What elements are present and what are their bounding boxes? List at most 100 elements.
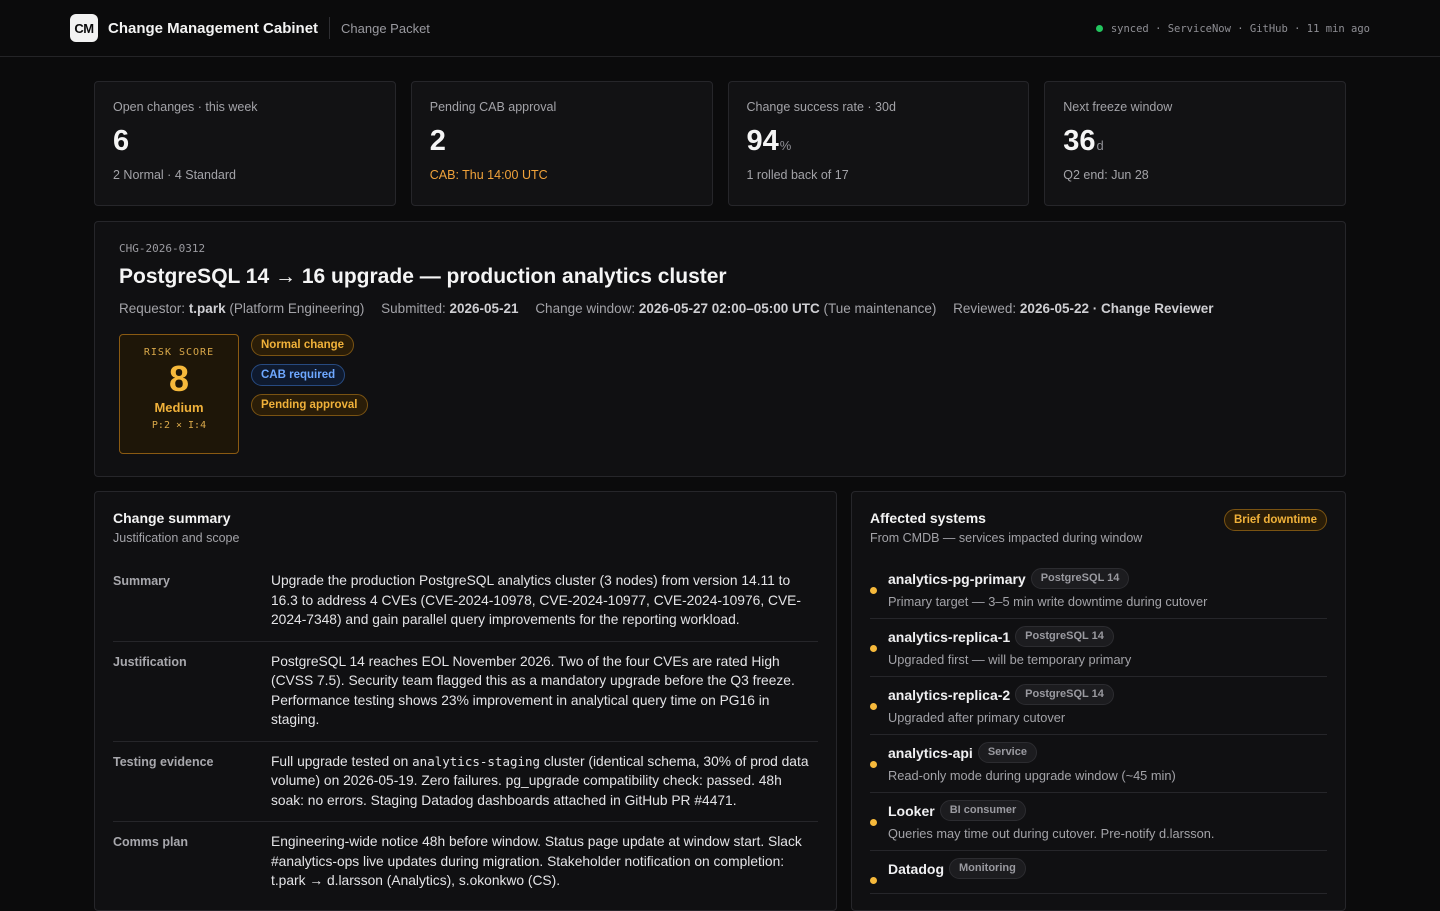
- impact-dot-icon: [870, 703, 877, 710]
- system-tag: PostgreSQL 14: [1015, 626, 1114, 647]
- change-title: PostgreSQL 14 → 16 upgrade — production …: [119, 265, 727, 288]
- stat-value: 2: [429, 125, 446, 157]
- requestor-label: Requestor:: [119, 301, 186, 316]
- window-note: (Tue maintenance): [823, 301, 937, 316]
- stats-row: Open changes · this week 6 2 Normal · 4 …: [94, 81, 1346, 206]
- stat-card-success-rate[interactable]: Change success rate · 30d 94% 1 rolled b…: [727, 81, 1030, 206]
- row-key: Summary: [113, 574, 170, 588]
- impact-dot-icon: [870, 819, 877, 826]
- row-value: Upgrade the production PostgreSQL analyt…: [271, 573, 801, 627]
- system-description: Primary target — 3–5 min write downtime …: [888, 594, 1208, 609]
- header-divider: [329, 17, 331, 39]
- risk-formula: P:2 × I:4: [151, 419, 207, 431]
- system-tag: BI consumer: [939, 800, 1027, 821]
- system-description: Upgraded first — will be temporary prima…: [888, 652, 1132, 667]
- risk-score-box: RISK SCORE 8 Medium P:2 × I:4: [119, 334, 239, 454]
- stat-subtext: CAB: Thu 14:00 UTC: [429, 167, 548, 182]
- stat-value: 94%: [746, 125, 792, 157]
- summary-row: Summary Upgrade the production PostgreSQ…: [113, 561, 818, 642]
- change-summary-card: Change summary Justification and scope S…: [94, 491, 837, 911]
- badge-pending-approval: Pending approval: [251, 394, 368, 416]
- system-name[interactable]: analytics-replica-2: [888, 687, 1010, 703]
- system-name[interactable]: Datadog: [888, 861, 944, 877]
- systems-subtitle: From CMDB — services impacted during win…: [870, 531, 1143, 545]
- summary-rows: Summary Upgrade the production PostgreSQ…: [113, 561, 818, 902]
- requestor-name[interactable]: t.park: [189, 301, 226, 316]
- impact-dot-icon: [870, 761, 877, 768]
- stat-label: Change success rate · 30d: [746, 100, 896, 114]
- stat-label: Open changes · this week: [113, 100, 258, 114]
- system-description: Upgraded after primary cutover: [888, 710, 1066, 725]
- row-value: PostgreSQL 14 reaches EOL November 2026.…: [271, 653, 795, 728]
- submitted-date: 2026-05-21: [449, 301, 519, 316]
- sync-status-text: synced · ServiceNow · GitHub · 11 min ag…: [1110, 22, 1370, 35]
- system-tag: PostgreSQL 14: [1030, 568, 1130, 589]
- breadcrumb[interactable]: Change Packet: [341, 21, 430, 36]
- system-tag: Monitoring: [949, 858, 1026, 879]
- system-name[interactable]: analytics-replica-1: [888, 629, 1010, 645]
- risk-score-value: 8: [168, 358, 190, 399]
- system-description: Read-only mode during upgrade window (~4…: [888, 768, 1176, 783]
- reviewed-label: Reviewed:: [953, 301, 1017, 316]
- system-name[interactable]: Looker: [888, 803, 935, 819]
- row-key: Justification: [113, 654, 187, 669]
- system-tag: PostgreSQL 14: [1015, 684, 1114, 705]
- system-description: Queries may time out during cutover. Pre…: [888, 826, 1215, 841]
- sync-status: synced · ServiceNow · GitHub · 11 min ag…: [1095, 0, 1370, 57]
- impact-dot-icon: [870, 645, 877, 652]
- reviewed-value: 2026-05-22 · Change Reviewer: [1019, 301, 1214, 316]
- change-meta: Requestor: t.park (Platform Engineering)…: [119, 301, 1321, 316]
- system-item[interactable]: analytics-api Service Read-only mode duri…: [870, 735, 1327, 793]
- stat-value: 36d: [1063, 125, 1104, 157]
- system-item[interactable]: analytics-replica-2 PostgreSQL 14 Upgrade…: [870, 677, 1327, 735]
- systems-list: analytics-pg-primary PostgreSQL 14 Primar…: [870, 561, 1327, 894]
- system-item[interactable]: Datadog Monitoring: [870, 851, 1327, 894]
- staging-cluster-code: analytics-staging: [412, 753, 541, 769]
- justification-row: Justification PostgreSQL 14 reaches EOL …: [113, 642, 818, 742]
- app-logo[interactable]: CM: [70, 14, 98, 42]
- risk-level: Medium: [154, 399, 204, 415]
- submitted-label: Submitted:: [381, 301, 446, 316]
- testing-evidence-row: Testing evidence Full upgrade tested on …: [113, 742, 818, 822]
- system-item[interactable]: analytics-pg-primary PostgreSQL 14 Primar…: [870, 561, 1327, 619]
- stat-subtext: Q2 end: Jun 28: [1063, 167, 1149, 182]
- badge-normal-change: Normal change: [251, 334, 355, 356]
- summary-subtitle: Justification and scope: [113, 531, 240, 545]
- impact-dot-icon: [870, 587, 877, 594]
- stat-card-open-changes[interactable]: Open changes · this week 6 2 Normal · 4 …: [94, 81, 396, 206]
- system-name[interactable]: analytics-api: [888, 745, 973, 761]
- row-value: Full upgrade tested on analytics-staging…: [271, 753, 809, 808]
- window-label: Change window:: [535, 301, 636, 316]
- status-badges: Normal change CAB required Pending appro…: [251, 334, 368, 454]
- row-key: Comms plan: [113, 835, 189, 849]
- system-tag: Service: [977, 742, 1037, 763]
- summary-title: Change summary: [113, 510, 231, 526]
- risk-row: RISK SCORE 8 Medium P:2 × I:4 Normal cha…: [119, 334, 1321, 454]
- row-key: Testing evidence: [113, 754, 214, 769]
- comms-plan-row: Comms plan Engineering-wide notice 48h b…: [113, 822, 818, 902]
- requestor-team: (Platform Engineering): [229, 301, 365, 316]
- row-value: Engineering-wide notice 48h before windo…: [271, 834, 802, 888]
- stat-value: 6: [113, 125, 130, 157]
- change-window: 2026-05-27 02:00–05:00 UTC: [638, 301, 820, 316]
- stat-subtext: 2 Normal · 4 Standard: [113, 167, 236, 182]
- system-item[interactable]: analytics-replica-1 PostgreSQL 14 Upgrade…: [870, 619, 1327, 677]
- stat-card-pending-cab[interactable]: Pending CAB approval 2 CAB: Thu 14:00 UT…: [410, 81, 713, 206]
- badge-cab-required: CAB required: [251, 364, 346, 386]
- systems-header: Affected systems From CMDB — services im…: [870, 509, 1327, 545]
- change-id: CHG-2026-0312: [119, 242, 206, 255]
- app-title[interactable]: Change Management Cabinet: [108, 20, 318, 37]
- change-packet-card: CHG-2026-0312 PostgreSQL 14 → 16 upgrade…: [94, 221, 1346, 477]
- stat-subtext: 1 rolled back of 17: [746, 167, 849, 182]
- stat-label: Pending CAB approval: [429, 100, 557, 114]
- impact-dot-icon: [870, 877, 877, 884]
- risk-score-label: RISK SCORE: [143, 347, 215, 358]
- system-item[interactable]: Looker BI consumer Queries may time out d…: [870, 793, 1327, 851]
- stat-card-freeze-window[interactable]: Next freeze window 36d Q2 end: Jun 28: [1044, 81, 1346, 206]
- system-name[interactable]: analytics-pg-primary: [888, 571, 1026, 587]
- downtime-badge: Brief downtime: [1223, 509, 1327, 531]
- affected-systems-card: Affected systems From CMDB — services im…: [851, 491, 1346, 911]
- sync-status-dot-icon: [1095, 25, 1103, 32]
- top-bar: CM Change Management Cabinet Change Pack…: [0, 0, 1440, 57]
- stat-label: Next freeze window: [1063, 100, 1173, 114]
